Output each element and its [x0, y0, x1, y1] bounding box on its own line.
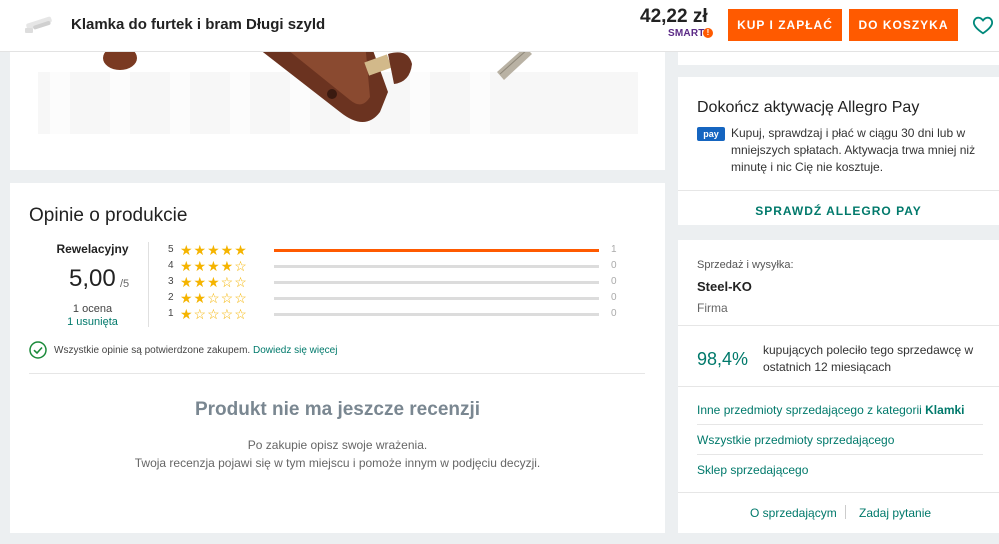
smart-badge: SMART	[668, 28, 705, 39]
seller-category-link[interactable]: Inne przedmioty sprzedającego z kategori…	[697, 403, 965, 417]
sticky-header: Klamka do furtek i bram Długi szyld 42,2…	[0, 0, 999, 52]
divider	[29, 373, 645, 374]
rating-row-3: 3 ★★★☆☆ 0	[168, 274, 628, 290]
row-count: 0	[611, 308, 617, 319]
row-stars-label: 5	[168, 244, 174, 255]
no-reviews-desc: Po zakupie opisz swoje wrażenia.	[247, 438, 428, 452]
rating-row-2: 2 ★★☆☆☆ 0	[168, 290, 628, 306]
divider	[678, 386, 999, 387]
rating-max: /5	[120, 278, 130, 290]
row-count: 0	[611, 260, 617, 271]
rating-bar	[274, 249, 599, 252]
row-count: 0	[611, 276, 617, 287]
rating-bar	[274, 265, 599, 268]
rating-row-5: 5 ★★★★★ 1	[168, 242, 628, 258]
divider	[697, 454, 983, 455]
check-circle-icon	[29, 341, 47, 359]
no-reviews-desc-2: Twoja recenzja pojawi się w tym miejscu …	[134, 456, 541, 470]
verified-text: Wszystkie opinie są potwierdzone zakupem…	[54, 345, 251, 356]
no-reviews-title: Produkt nie ma jeszcze recenzji	[194, 399, 481, 420]
stars-icon: ★★★★☆	[180, 258, 248, 274]
stars-icon: ★☆☆☆☆	[180, 306, 248, 322]
row-count: 0	[611, 292, 617, 303]
divider	[148, 242, 149, 327]
product-title: Klamka do furtek i bram Długi szyld	[71, 16, 326, 33]
check-allegro-pay-link[interactable]: SPRAWDŹ ALLEGRO PAY	[678, 204, 999, 218]
rating-row-4: 4 ★★★★☆ 0	[168, 258, 628, 274]
seller-type: Firma	[697, 301, 728, 315]
removed-reviews-link[interactable]: 1 usunięta	[10, 316, 175, 328]
buy-now-button[interactable]: KUP I ZAPŁAĆ	[728, 9, 842, 41]
row-stars-label: 3	[168, 276, 174, 287]
rating-bar	[274, 281, 599, 284]
pay-title: Dokończ aktywację Allegro Pay	[697, 99, 920, 116]
all-seller-items-link[interactable]: Wszystkie przedmioty sprzedającego	[697, 433, 894, 447]
rating-score: 5,00	[69, 265, 116, 292]
stars-icon: ★★☆☆☆	[180, 290, 248, 306]
rating-bar	[274, 313, 599, 316]
product-gallery	[10, 52, 665, 170]
divider	[678, 492, 999, 493]
recommend-desc: kupujących poleciło tego sprzedawcę w os…	[763, 343, 974, 374]
row-stars-label: 4	[168, 260, 174, 271]
stars-icon: ★★★☆☆	[180, 274, 248, 290]
heart-icon[interactable]	[972, 14, 994, 36]
reviews-title: Opinie o produkcie	[29, 205, 188, 226]
divider	[697, 424, 983, 425]
stars-icon: ★★★★★	[180, 242, 248, 258]
seller-panel: Sprzedaż i wysyłka: Steel-KO Firma 98,4%…	[678, 240, 999, 533]
reviews-section: Opinie o produkcie Rewelacyjny 5,00 /5 1…	[10, 183, 665, 533]
row-stars-label: 1	[168, 308, 174, 319]
allegro-pay-icon: pay	[697, 127, 725, 141]
seller-shop-link[interactable]: Sklep sprzedającego	[697, 463, 808, 477]
ask-question-link[interactable]: Zadaj pytanie	[859, 506, 931, 520]
learn-more-link[interactable]: Dowiedz się więcej	[253, 345, 337, 356]
right-panel-top	[678, 52, 999, 65]
rating-word: Rewelacyjny	[56, 242, 129, 256]
smart-icon: !	[703, 28, 713, 38]
product-thumbnail[interactable]	[22, 10, 56, 40]
product-price: 42,22 zł	[640, 6, 708, 27]
seller-name[interactable]: Steel-KO	[697, 279, 752, 294]
rating-bar	[274, 297, 599, 300]
seller-category-prefix: Inne przedmioty sprzedającego z kategori…	[697, 403, 922, 417]
verified-note: Wszystkie opinie są potwierdzone zakupem…	[54, 345, 337, 356]
recommend-percent: 98,4%	[697, 349, 749, 369]
rating-bar-fill	[274, 249, 599, 252]
seller-label: Sprzedaż i wysyłka:	[697, 259, 794, 271]
seller-category-name: Klamki	[925, 403, 965, 417]
rating-count: 1 ocena	[72, 303, 113, 315]
product-image[interactable]	[10, 52, 665, 170]
divider	[845, 505, 846, 519]
row-count: 1	[611, 244, 617, 255]
about-seller-link[interactable]: O sprzedającym	[750, 506, 837, 520]
pay-description: Kupuj, sprawdzaj i płać w ciągu 30 dni l…	[731, 126, 976, 174]
divider	[678, 190, 999, 191]
allegro-pay-panel: Dokończ aktywację Allegro Pay pay Kupuj,…	[678, 77, 999, 225]
divider	[678, 325, 999, 326]
rating-row-1: 1 ★☆☆☆☆ 0	[168, 306, 628, 322]
add-to-cart-button[interactable]: DO KOSZYKA	[849, 9, 958, 41]
row-stars-label: 2	[168, 292, 174, 303]
